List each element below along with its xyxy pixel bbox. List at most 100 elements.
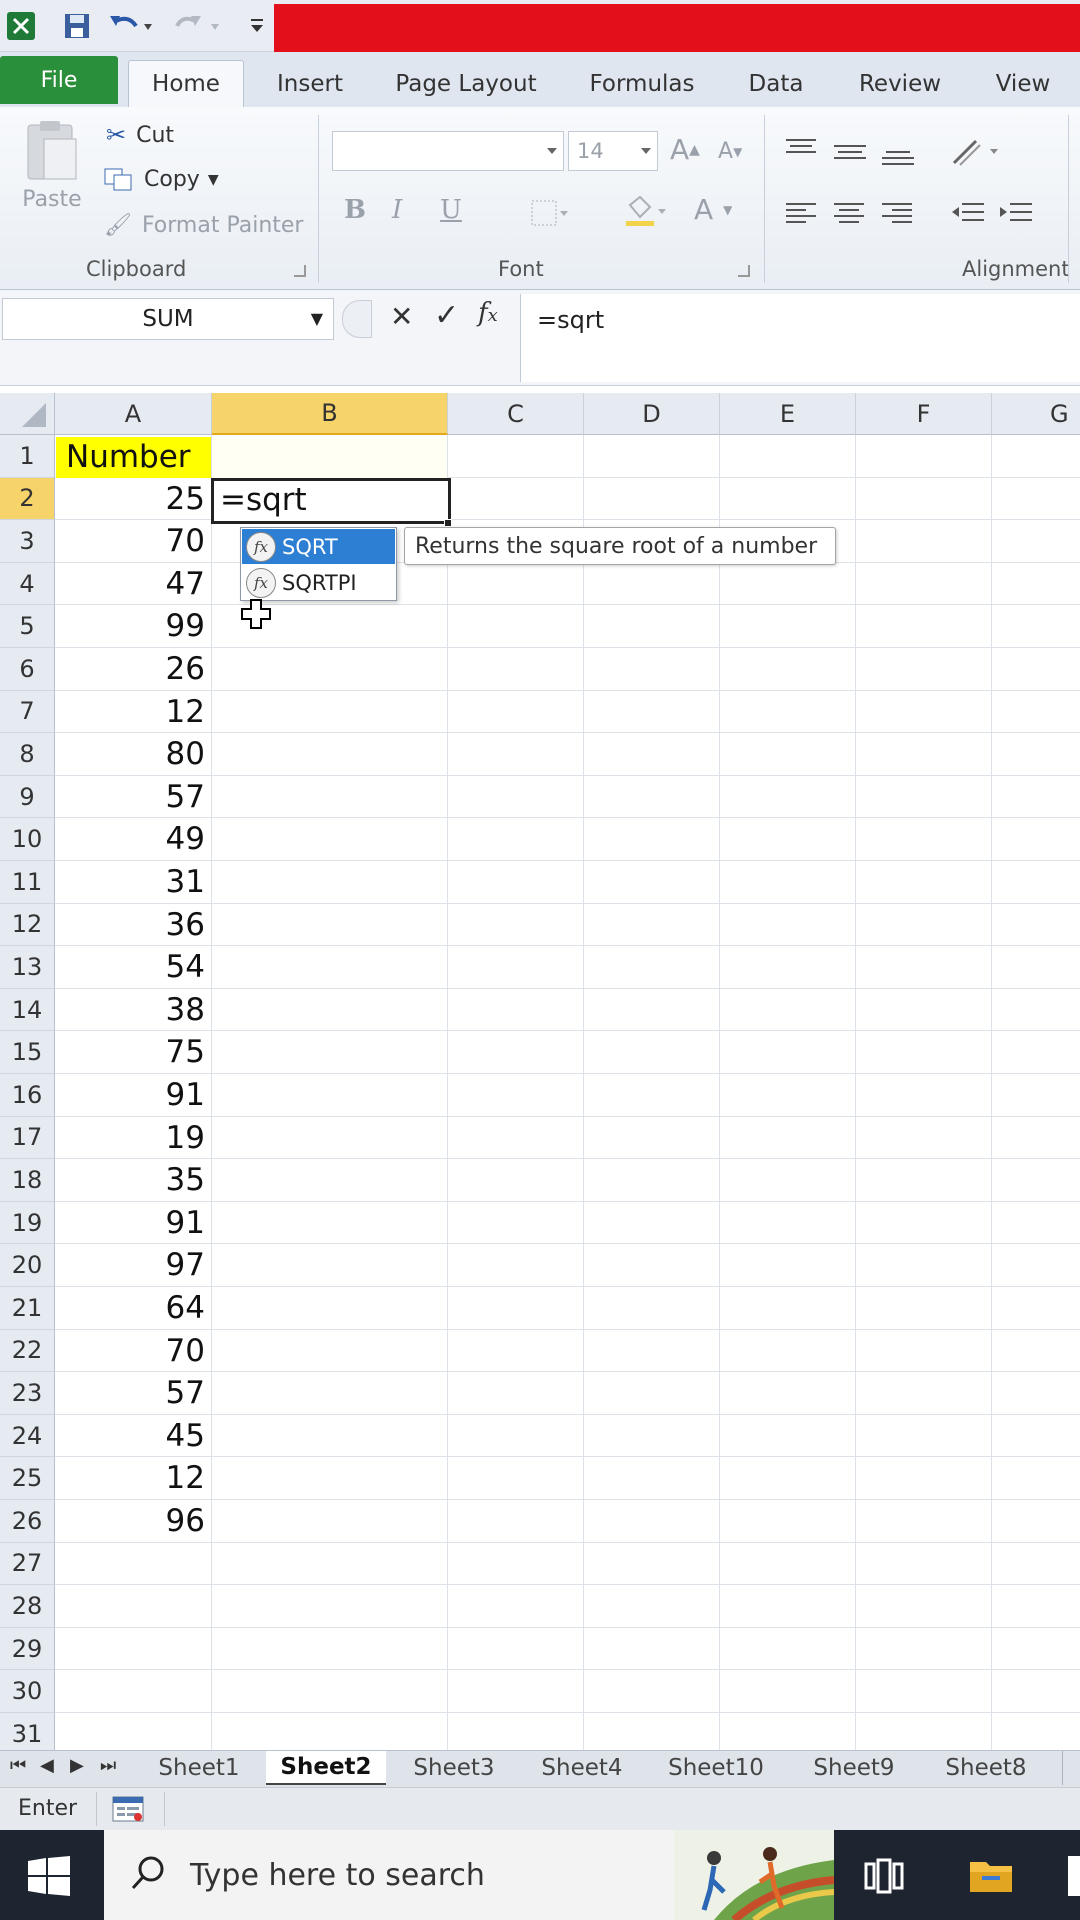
increase-indent-icon[interactable] xyxy=(998,201,1032,231)
row-header[interactable]: 9 xyxy=(0,775,55,819)
align-top-icon[interactable] xyxy=(786,137,816,165)
fill-color-icon[interactable] xyxy=(624,195,670,227)
sheet-tab[interactable]: Sheet9 xyxy=(794,1751,914,1785)
sheet-tab[interactable]: Sheet4 xyxy=(526,1751,638,1785)
row-header[interactable]: 17 xyxy=(0,1116,55,1160)
cell-a-value[interactable]: 25 xyxy=(55,478,211,520)
row-header[interactable]: 3 xyxy=(0,520,55,563)
decrease-indent-icon[interactable] xyxy=(950,201,984,231)
row-header[interactable]: 1 xyxy=(0,435,55,478)
row-header[interactable]: 21 xyxy=(0,1287,55,1330)
tab-data[interactable]: Data xyxy=(736,60,816,107)
enter-icon[interactable]: ✓ xyxy=(434,298,459,333)
row-header[interactable]: 23 xyxy=(0,1372,55,1415)
cell-a-value[interactable]: 26 xyxy=(55,648,211,690)
select-all-corner[interactable] xyxy=(0,393,55,435)
tab-insert[interactable]: Insert xyxy=(260,60,360,107)
bold-button[interactable]: B xyxy=(344,195,366,225)
row-header[interactable]: 28 xyxy=(0,1585,55,1628)
align-middle-icon[interactable] xyxy=(834,141,866,169)
copy-dropdown-icon[interactable]: ▼ xyxy=(208,172,219,188)
row-header[interactable]: 7 xyxy=(0,690,55,734)
cell-a-value[interactable]: 57 xyxy=(55,1372,211,1414)
grow-font-icon[interactable]: A ▲ xyxy=(670,133,700,166)
cell-a-value[interactable]: 35 xyxy=(55,1159,211,1201)
tab-home[interactable]: Home xyxy=(128,60,244,107)
windows-start-icon[interactable] xyxy=(28,1856,70,1900)
row-header[interactable]: 16 xyxy=(0,1074,55,1117)
cell-a-value[interactable]: 31 xyxy=(55,861,211,903)
macro-record-icon[interactable] xyxy=(112,1795,146,1827)
row-header[interactable]: 20 xyxy=(0,1244,55,1287)
align-bottom-icon[interactable] xyxy=(882,145,914,173)
row-header[interactable]: 25 xyxy=(0,1457,55,1500)
align-left-icon[interactable] xyxy=(786,201,816,231)
cell-a-value[interactable]: 49 xyxy=(55,818,211,860)
italic-button[interactable]: I xyxy=(392,195,402,225)
tab-formulas[interactable]: Formulas xyxy=(572,60,712,107)
sheet-tab[interactable]: Sheet1 xyxy=(144,1751,254,1785)
name-box[interactable]: SUM ▼ xyxy=(2,298,334,340)
tab-page-layout[interactable]: Page Layout xyxy=(386,60,546,107)
cell-a-value[interactable]: 70 xyxy=(55,520,211,562)
cell-a-value[interactable]: 80 xyxy=(55,733,211,775)
cell-a-value[interactable]: 91 xyxy=(55,1202,211,1244)
undo-icon[interactable] xyxy=(106,8,156,44)
excel-logo-icon[interactable] xyxy=(4,8,38,44)
font-size-combo[interactable]: 14 xyxy=(568,131,658,171)
row-header[interactable]: 6 xyxy=(0,648,55,691)
prev-sheet-icon[interactable]: ◀ xyxy=(40,1755,54,1776)
row-header[interactable]: 5 xyxy=(0,605,55,648)
cell-a-value[interactable]: 54 xyxy=(55,946,211,988)
formula-input[interactable]: =sqrt xyxy=(520,294,1080,382)
borders-icon[interactable] xyxy=(530,199,570,227)
cell-a-value[interactable]: 47 xyxy=(55,563,211,605)
row-header[interactable]: 19 xyxy=(0,1201,55,1245)
column-header[interactable]: B xyxy=(212,393,448,435)
row-header[interactable]: 18 xyxy=(0,1159,55,1202)
font-name-combo[interactable] xyxy=(332,131,564,171)
row-header[interactable]: 12 xyxy=(0,903,55,947)
font-color-icon[interactable]: A ▼ xyxy=(694,193,732,226)
chevron-down-icon[interactable]: ▼ xyxy=(311,309,323,328)
sheet-tab[interactable]: Sheet3 xyxy=(398,1751,510,1785)
column-header[interactable]: C xyxy=(448,393,584,435)
save-icon[interactable] xyxy=(60,8,94,44)
column-header[interactable]: E xyxy=(720,393,856,435)
cell-a-value[interactable]: 99 xyxy=(55,605,211,647)
cut-button[interactable]: ✂ Cut xyxy=(106,121,174,149)
autocomplete-item[interactable]: fx SQRTPI xyxy=(242,565,395,600)
cell-a-value[interactable]: 38 xyxy=(55,989,211,1031)
tab-view[interactable]: View xyxy=(980,60,1066,107)
row-header[interactable]: 14 xyxy=(0,988,55,1032)
row-header[interactable]: 15 xyxy=(0,1031,55,1074)
cell-a-value[interactable]: 36 xyxy=(55,904,211,946)
cell-a-value[interactable]: 75 xyxy=(55,1031,211,1073)
cell-a-value[interactable]: 45 xyxy=(55,1415,211,1457)
orientation-icon[interactable] xyxy=(950,137,1006,173)
row-header[interactable]: 13 xyxy=(0,946,55,989)
column-header[interactable]: A xyxy=(55,393,212,435)
next-sheet-icon[interactable]: ▶ xyxy=(70,1755,84,1776)
cell-b1[interactable] xyxy=(212,437,447,478)
column-header[interactable]: D xyxy=(584,393,720,435)
cell-a1[interactable]: Number xyxy=(56,437,211,478)
first-sheet-icon[interactable]: ⏮ xyxy=(10,1755,26,1776)
row-header[interactable]: 8 xyxy=(0,733,55,776)
paste-button[interactable]: Paste xyxy=(16,117,88,212)
row-header[interactable]: 29 xyxy=(0,1627,55,1671)
insert-function-icon[interactable]: fx xyxy=(478,298,498,328)
cell-a-value[interactable]: 57 xyxy=(55,776,211,818)
cell-a-value[interactable]: 70 xyxy=(55,1330,211,1372)
cancel-icon[interactable]: ✕ xyxy=(390,300,413,333)
underline-button[interactable]: U xyxy=(440,195,462,225)
autocomplete-item[interactable]: fx SQRT xyxy=(242,529,395,564)
align-right-icon[interactable] xyxy=(882,201,912,231)
shrink-font-icon[interactable]: A ▼ xyxy=(718,139,742,164)
sheet-tab[interactable]: Sheet10 xyxy=(654,1751,778,1785)
cell-a-value[interactable]: 91 xyxy=(55,1074,211,1116)
row-header[interactable]: 4 xyxy=(0,562,55,606)
active-cell-b2[interactable]: =sqrt xyxy=(211,478,451,524)
clipboard-launcher-icon[interactable] xyxy=(294,265,306,277)
taskbar-search-box[interactable]: Type here to search xyxy=(104,1830,834,1920)
